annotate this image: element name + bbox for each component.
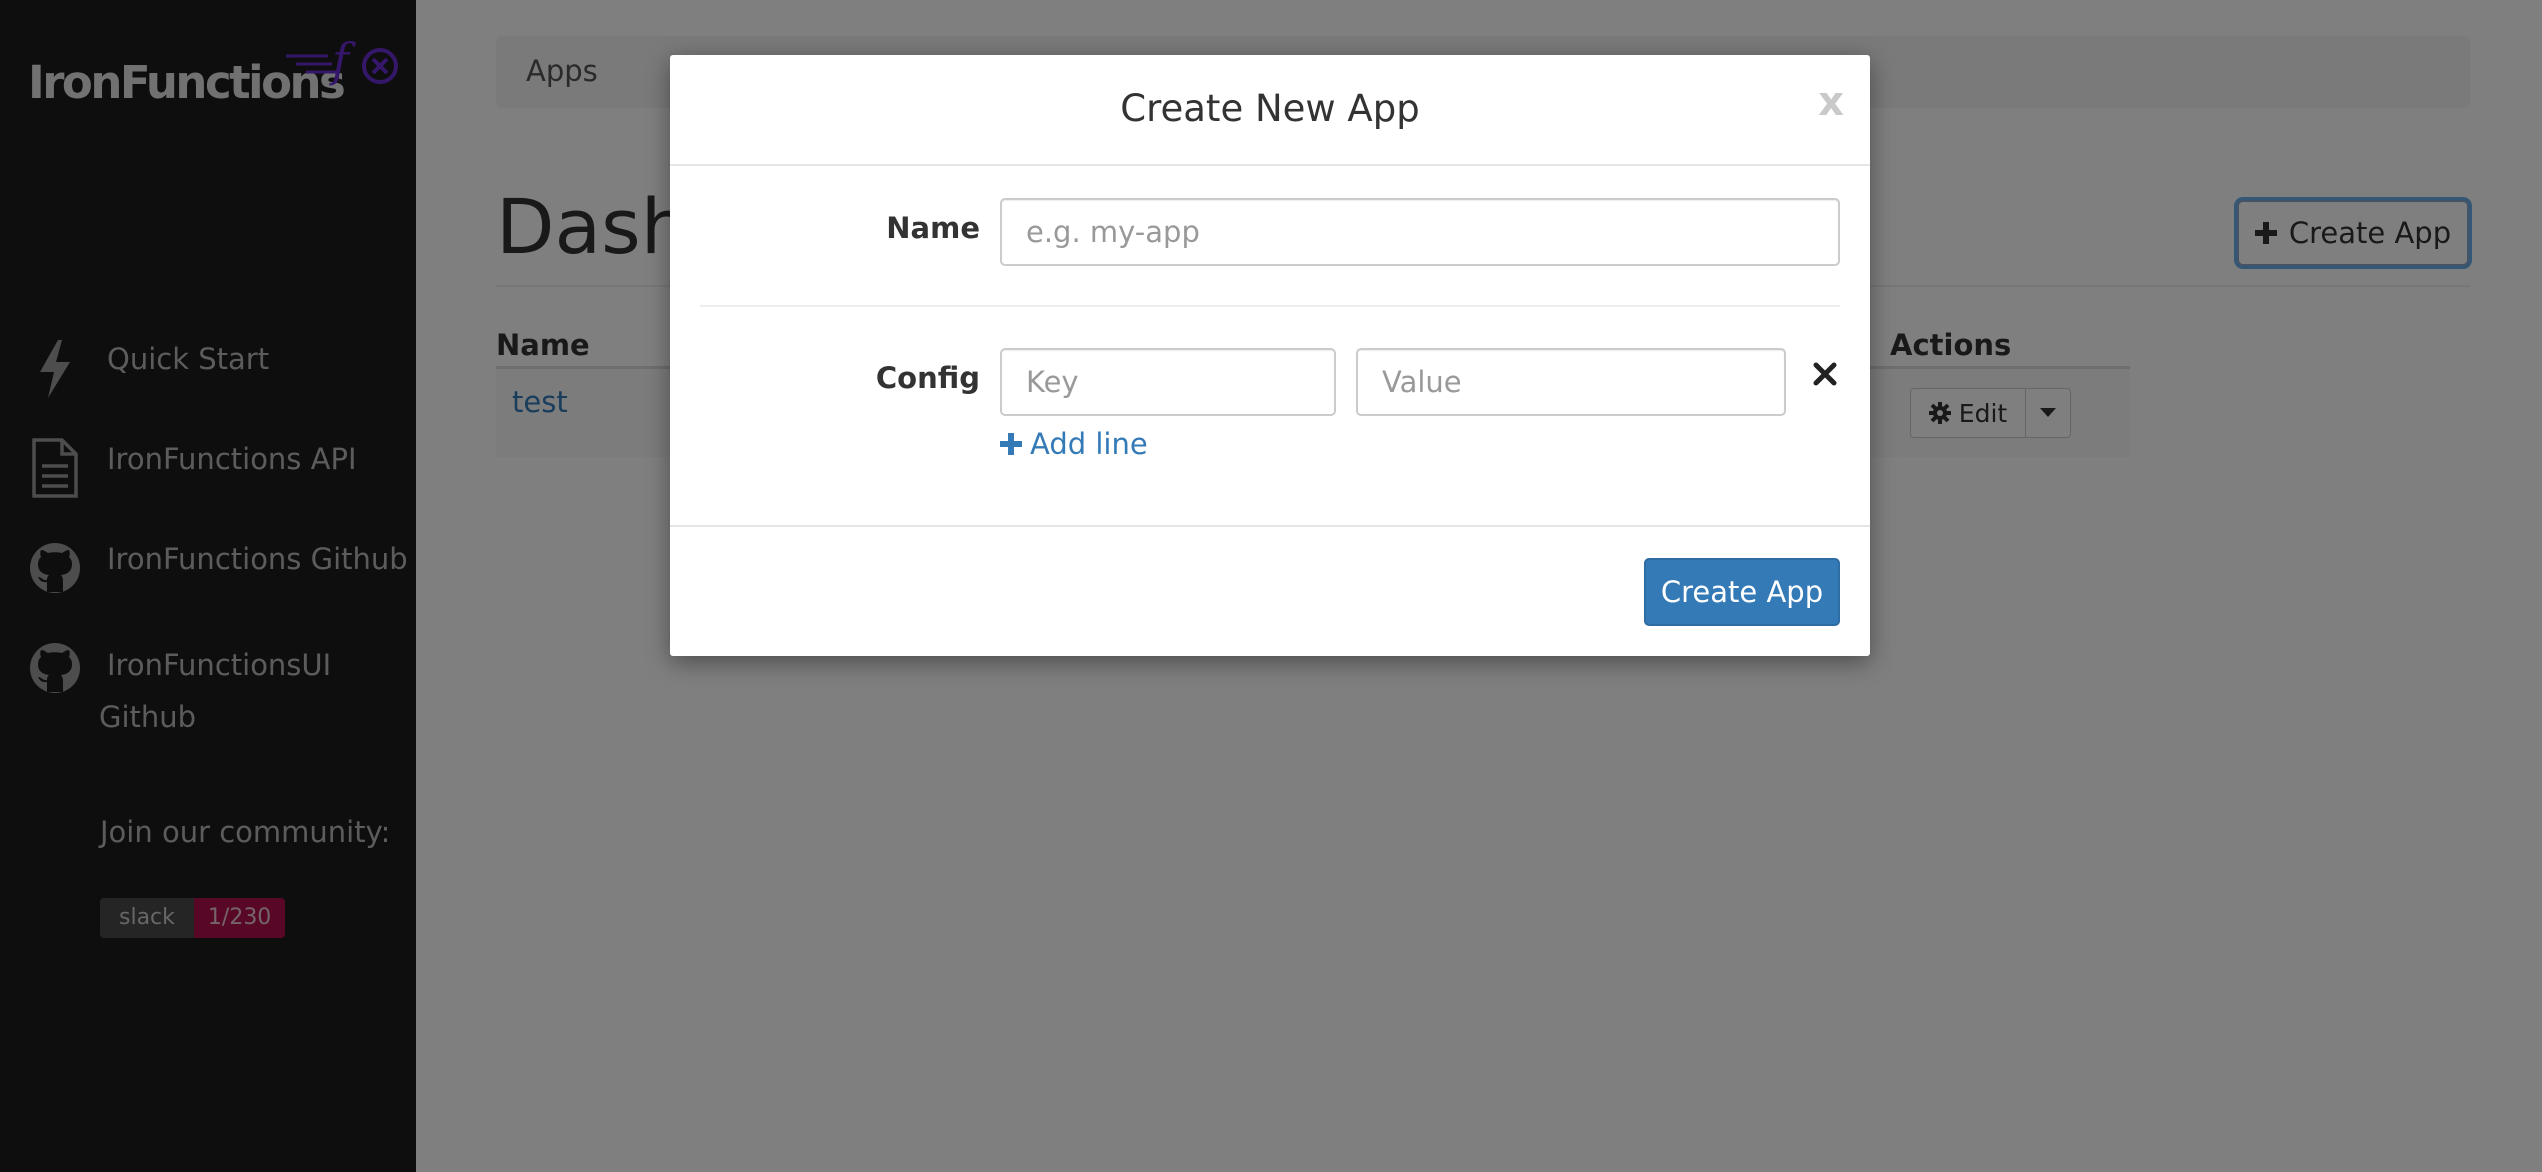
modal-title: Create New App <box>1120 87 1420 130</box>
plus-icon <box>1000 433 1022 455</box>
add-line-link[interactable]: Add line <box>1000 427 1148 461</box>
app-name-input[interactable] <box>1000 198 1840 266</box>
remove-config-line-icon[interactable] <box>1810 359 1840 389</box>
config-label: Config <box>875 361 980 395</box>
config-value-input[interactable] <box>1356 348 1786 416</box>
config-key-input[interactable] <box>1000 348 1336 416</box>
modal-header: Create New App x <box>670 55 1870 166</box>
create-app-modal: Create New App x Name Config Add line Cr… <box>670 55 1870 656</box>
add-line-label: Add line <box>1030 427 1148 461</box>
name-label: Name <box>886 211 980 245</box>
form-divider <box>700 305 1840 307</box>
close-icon[interactable]: x <box>1818 79 1844 125</box>
submit-create-app-button[interactable]: Create App <box>1644 558 1840 626</box>
